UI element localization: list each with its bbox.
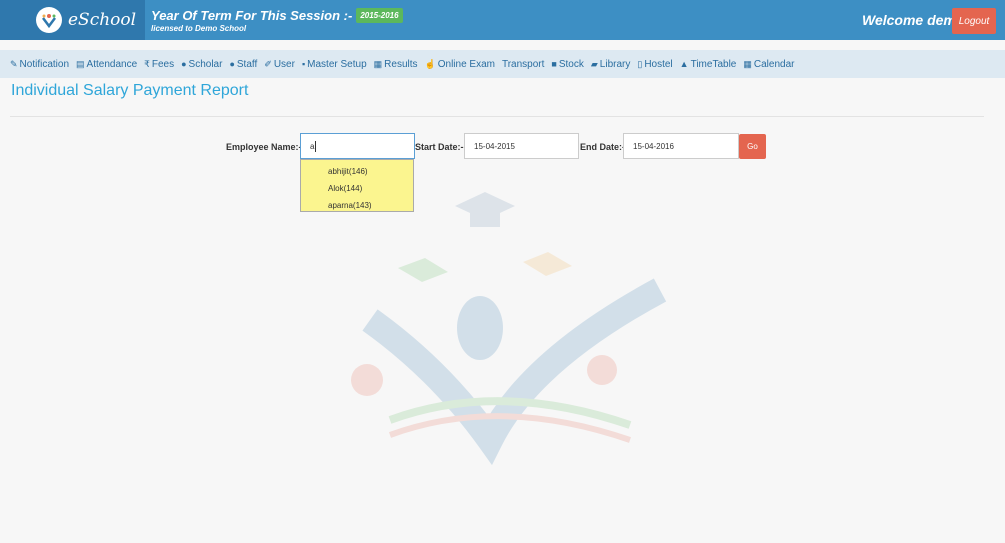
user-icon: ●	[229, 59, 235, 69]
nav-label: Transport	[501, 58, 545, 70]
end-date-value: 15-04-2016	[633, 141, 674, 151]
suggestion-item[interactable]: abhijit(146)	[301, 163, 413, 180]
thumbs-up-icon: ☝	[424, 58, 436, 69]
text-caret	[315, 140, 317, 152]
app-name: eSchool	[68, 10, 137, 30]
employee-name-value: a	[310, 141, 315, 151]
nav-label: Results	[384, 58, 418, 70]
users-icon: ●	[181, 59, 187, 69]
folder-icon: ■	[551, 59, 557, 69]
nav-label: Master Setup	[307, 58, 367, 70]
nav-label: Staff	[236, 58, 258, 70]
nav-item-stock[interactable]: ■ Stock	[551, 59, 583, 70]
nav-item-scholar[interactable]: ● Scholar	[181, 59, 222, 70]
session-info: Year Of Term For This Session :- 2015-20…	[151, 8, 403, 33]
go-button[interactable]: Go	[739, 134, 766, 159]
nav-item-transport[interactable]: Transport	[502, 59, 544, 70]
nav-item-timetable[interactable]: ▲ TimeTable	[680, 59, 737, 70]
nav-item-attendance[interactable]: ▤ Attendance	[76, 59, 137, 70]
rupee-icon: ₹	[144, 58, 150, 69]
bell-icon: ▲	[679, 59, 689, 69]
document-icon: ▤	[76, 58, 85, 69]
unlock-icon: ▪	[301, 59, 306, 69]
chart-icon: ▦	[373, 58, 383, 69]
building-icon: ▯	[637, 58, 643, 69]
logo[interactable]: eSchool	[0, 0, 145, 40]
employee-name-input[interactable]: a	[300, 133, 415, 159]
nav-item-user[interactable]: ✐ User	[264, 59, 295, 70]
start-date-label: Start Date:-	[415, 142, 464, 152]
license-text: licensed to Demo School	[151, 24, 247, 33]
nav-label: Fees	[151, 58, 175, 70]
nav-item-notification[interactable]: ✎ Notification	[10, 59, 69, 70]
nav-label: TimeTable	[690, 58, 737, 70]
end-date-input[interactable]: 15-04-2016	[623, 133, 739, 159]
session-badge: 2015-2016	[356, 8, 403, 23]
watermark-logo	[351, 192, 667, 466]
nav-item-fees[interactable]: ₹ Fees	[144, 59, 174, 70]
start-date-value: 15-04-2015	[474, 141, 515, 151]
main-nav: ✎ Notification ▤ Attendance ₹ Fees ● Scholar ● St…	[0, 50, 1005, 78]
start-date-input[interactable]: 15-04-2015	[464, 133, 579, 159]
nav-item-calendar[interactable]: ▦ Calendar	[743, 59, 794, 70]
bullhorn-icon: ✎	[10, 58, 18, 69]
nav-label: Hostel	[644, 58, 673, 70]
nav-label: Attendance	[86, 58, 138, 70]
nav-item-hostel[interactable]: ▯ Hostel	[637, 59, 672, 70]
nav-label: Stock	[558, 58, 584, 70]
logo-emblem-icon	[36, 7, 62, 33]
nav-item-master-setup[interactable]: ▪ Master Setup	[302, 59, 367, 70]
logout-button[interactable]: Logout	[952, 8, 996, 34]
end-date-label: End Date:-	[580, 142, 625, 152]
top-header: eSchool Year Of Term For This Session :-…	[0, 0, 1005, 40]
nav-label: Notification	[19, 58, 70, 70]
nav-item-library[interactable]: ▰ Library	[591, 59, 631, 70]
nav-label: Library	[599, 58, 631, 70]
nav-item-staff[interactable]: ● Staff	[229, 59, 257, 70]
calendar-icon: ▦	[743, 58, 752, 69]
nav-label: Online Exam	[437, 58, 495, 70]
nav-label: User	[273, 58, 295, 70]
nav-item-results[interactable]: ▦ Results	[374, 59, 418, 70]
book-icon: ▰	[590, 58, 598, 69]
nav-item-online-exam[interactable]: ☝ Online Exam	[425, 59, 495, 70]
session-label: Year Of Term For This Session :-	[151, 8, 353, 23]
page-title: Individual Salary Payment Report	[11, 82, 249, 99]
employee-name-label: Employee Name:-	[226, 142, 302, 152]
nav-label: Calendar	[753, 58, 795, 70]
divider	[10, 116, 984, 117]
nav-label: Scholar	[188, 58, 223, 70]
wrench-icon: ✐	[264, 58, 272, 69]
